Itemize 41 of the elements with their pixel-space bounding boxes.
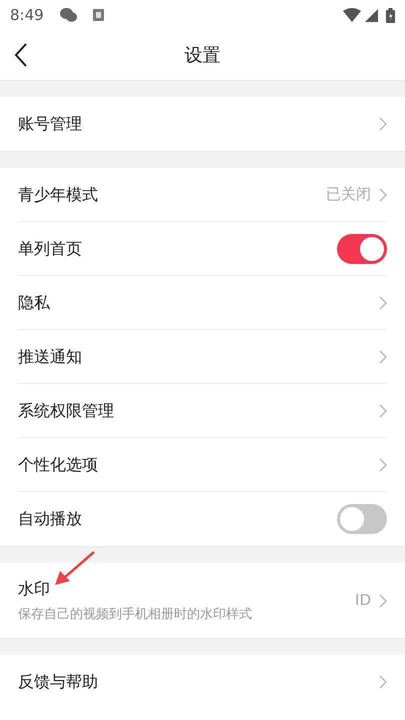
row-label: 系统权限管理 xyxy=(18,400,115,422)
chevron-right-icon xyxy=(379,675,387,689)
row-description: 保存自己的视频到手机相册时的水印样式 xyxy=(18,606,253,624)
row-value: ID xyxy=(355,590,371,612)
settings-row[interactable]: 隐私 xyxy=(18,276,387,330)
settings-row[interactable]: 系统权限管理 xyxy=(18,384,387,438)
chat-icon xyxy=(60,8,77,22)
chevron-right-icon xyxy=(379,404,387,418)
settings-row[interactable]: 账号管理 xyxy=(18,97,387,151)
row-label: 隐私 xyxy=(18,292,51,314)
settings-row[interactable]: 个性化选项 xyxy=(18,438,387,492)
row-label: 反馈与帮助 xyxy=(18,671,99,693)
settings-row[interactable]: 自动播放 xyxy=(18,492,387,546)
settings-row[interactable]: 单列首页 xyxy=(18,222,387,276)
chevron-right-icon xyxy=(379,594,387,608)
row-value: 已关闭 xyxy=(326,184,371,206)
signal-icon xyxy=(365,8,378,22)
settings-row[interactable]: 青少年模式 已关闭 xyxy=(18,168,387,222)
app-notification-icon xyxy=(92,9,104,21)
row-label: 账号管理 xyxy=(18,113,83,135)
row-label: 单列首页 xyxy=(18,238,83,260)
battery-icon xyxy=(386,8,395,22)
back-icon[interactable] xyxy=(14,43,28,67)
toggle-switch[interactable] xyxy=(337,234,387,264)
settings-row[interactable]: 推送通知 xyxy=(18,330,387,384)
row-label: 个性化选项 xyxy=(18,454,99,476)
toggle-switch[interactable] xyxy=(337,504,387,534)
row-label: 水印 xyxy=(18,578,51,600)
status-time: 8:49 xyxy=(10,4,44,26)
chevron-right-icon xyxy=(379,458,387,472)
settings-row[interactable]: 反馈与帮助 xyxy=(18,655,387,709)
row-label: 推送通知 xyxy=(18,346,83,368)
page-title: 设置 xyxy=(184,44,220,68)
chevron-right-icon xyxy=(379,117,387,131)
row-label: 青少年模式 xyxy=(18,184,99,206)
chevron-right-icon xyxy=(379,296,387,310)
settings-row[interactable]: 水印 保存自己的视频到手机相册时的水印样式 ID xyxy=(18,563,387,638)
chevron-right-icon xyxy=(379,350,387,364)
chevron-right-icon xyxy=(379,188,387,202)
row-label: 自动播放 xyxy=(18,508,83,530)
wifi-icon xyxy=(343,8,361,22)
